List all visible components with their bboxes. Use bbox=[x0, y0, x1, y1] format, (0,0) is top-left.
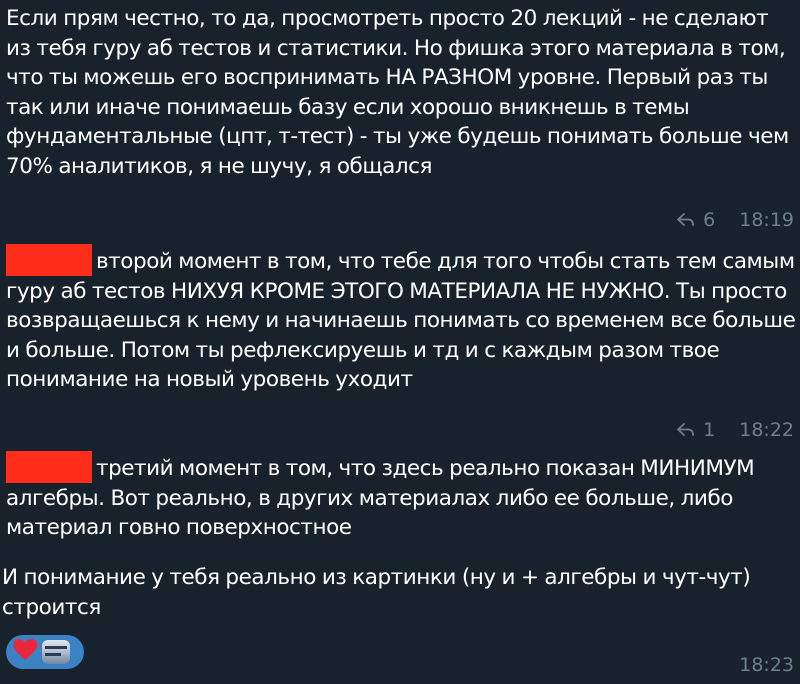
message-3-text: третий момент в том, что здесь реально п… bbox=[6, 456, 755, 540]
reply-count[interactable]: 6 bbox=[703, 209, 715, 231]
redacted-name-block bbox=[6, 451, 92, 483]
chat-view: Если прям честно, то да, просмотреть про… bbox=[0, 0, 800, 684]
redacted-name-block bbox=[6, 244, 92, 276]
message-4-text: И понимание у тебя реально из картинки (… bbox=[2, 565, 751, 620]
reply-count[interactable]: 1 bbox=[703, 419, 715, 441]
message-1-text: Если прям честно, то да, просмотреть про… bbox=[6, 6, 789, 179]
reply-icon[interactable] bbox=[677, 213, 695, 227]
message-time: 18:19 bbox=[739, 209, 794, 231]
message-2[interactable]: второй момент в том, что тебе для того ч… bbox=[6, 244, 796, 395]
message-4-meta: 18:23 bbox=[739, 654, 794, 676]
message-1-meta: 6 18:19 bbox=[677, 209, 794, 231]
message-2-meta: 1 18:22 bbox=[677, 419, 794, 441]
reply-icon[interactable] bbox=[677, 423, 695, 437]
reactor-avatar[interactable] bbox=[42, 640, 70, 664]
message-4[interactable]: И понимание у тебя реально из картинки (… bbox=[2, 563, 792, 622]
message-3[interactable]: третий момент в том, что здесь реально п… bbox=[6, 451, 796, 543]
message-2-text: второй момент в том, что тебе для того ч… bbox=[6, 249, 796, 392]
reaction-pill[interactable] bbox=[6, 635, 84, 669]
message-time: 18:22 bbox=[739, 419, 794, 441]
message-time: 18:23 bbox=[739, 654, 794, 676]
heart-icon bbox=[12, 638, 38, 666]
message-1[interactable]: Если прям честно, то да, просмотреть про… bbox=[6, 4, 796, 181]
